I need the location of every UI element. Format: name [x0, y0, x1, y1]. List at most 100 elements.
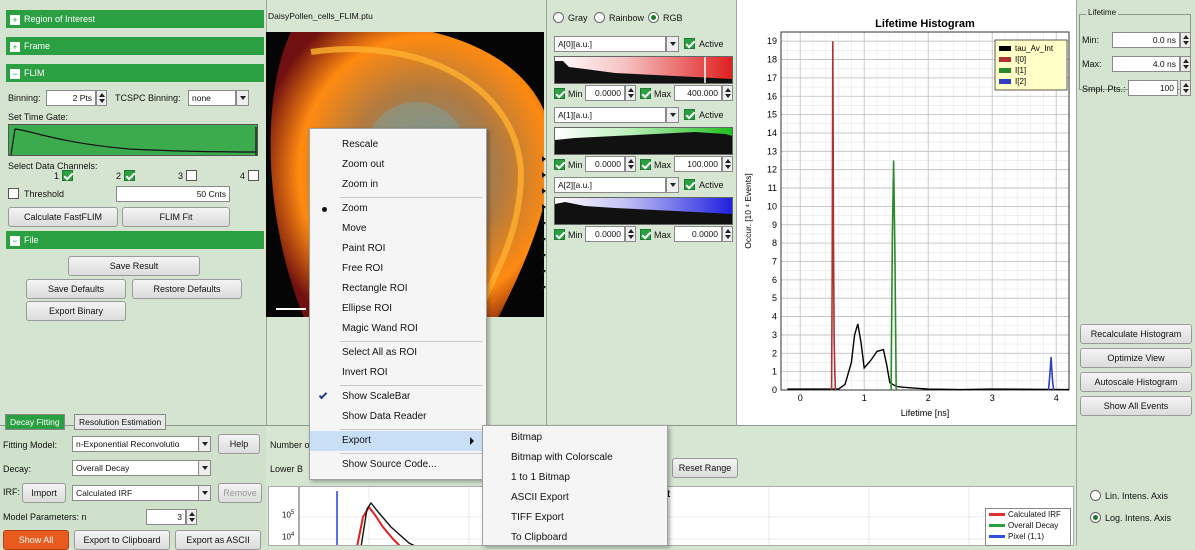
decay-fit-plot[interactable] [268, 486, 1074, 546]
export-ascii-button[interactable]: Export as ASCII [175, 530, 261, 550]
channel-1-min-input[interactable]: 0.0000 [585, 156, 625, 172]
submenu-item-1to1-bitmap[interactable]: 1 to 1 Bitmap [483, 468, 667, 488]
menu-item-invert-roi[interactable]: Invert ROI [310, 363, 486, 383]
menu-item-show-scalebar[interactable]: Show ScaleBar [310, 387, 486, 407]
lifetime-max-input[interactable]: 4.0 ns [1112, 56, 1180, 72]
threshold-input[interactable]: 50 Cnts [116, 186, 230, 202]
menu-item-rescale[interactable]: Rescale [310, 135, 486, 155]
channel-2-min-spinner[interactable] [625, 226, 636, 242]
menu-item-show-data-reader[interactable]: Show Data Reader [310, 407, 486, 427]
submenu-item-bitmap[interactable]: Bitmap [483, 428, 667, 448]
decay-dropdown-icon[interactable] [198, 460, 211, 476]
channel-3-checkbox[interactable] [186, 170, 197, 181]
lifetime-max-spinner[interactable] [1180, 56, 1191, 72]
channel-0-min-checkbox[interactable] [554, 88, 565, 99]
lifetime-histogram-chart[interactable]: Lifetime Histogram0 1 2 3 401234567891011121… [737, 0, 1075, 425]
import-button[interactable]: Import [22, 483, 66, 503]
channel-2-max-checkbox[interactable] [640, 229, 651, 240]
menu-item-show-source-code[interactable]: Show Source Code... [310, 455, 486, 475]
restore-defaults-button[interactable]: Restore Defaults [132, 279, 242, 299]
fitting-model-select[interactable]: n-Exponential Reconvolutio [72, 436, 200, 452]
rainbow-radio[interactable] [594, 12, 605, 23]
model-params-input[interactable]: 3 [146, 509, 186, 525]
splitter-handle[interactable] [542, 150, 546, 300]
gray-radio[interactable] [553, 12, 564, 23]
channel-0-max-input[interactable]: 400.000 [674, 85, 722, 101]
menu-item-rectangle-roi[interactable]: Rectangle ROI [310, 279, 486, 299]
submenu-item-to-clipboard[interactable]: To Clipboard [483, 528, 667, 548]
menu-item-export[interactable]: Export [310, 431, 486, 451]
binning-spinner[interactable] [96, 90, 107, 106]
show-all-button[interactable]: Show All [3, 530, 69, 550]
channel-0-active-checkbox[interactable] [684, 38, 695, 49]
flim-fit-button[interactable]: FLIM Fit [122, 207, 230, 227]
tab-resolution-estimation[interactable]: Resolution Estimation [74, 414, 167, 430]
channel-0-max-spinner[interactable] [722, 85, 733, 101]
channel-1-active-checkbox[interactable] [684, 109, 695, 120]
help-button[interactable]: Help [218, 434, 260, 454]
menu-item-paint-roi[interactable]: Paint ROI [310, 239, 486, 259]
calculate-fastflim-button[interactable]: Calculate FastFLIM [8, 207, 118, 227]
channel-4-checkbox[interactable] [248, 170, 259, 181]
menu-item-zoom[interactable]: Zoom [310, 199, 486, 219]
decay-select[interactable]: Overall Decay [72, 460, 200, 476]
menu-item-select-all-roi[interactable]: Select All as ROI [310, 343, 486, 363]
optimize-view-button[interactable]: Optimize View [1080, 348, 1192, 368]
reset-range-button[interactable]: Reset Range [672, 458, 738, 478]
channel-0-min-input[interactable]: 0.0000 [585, 85, 625, 101]
rgb-radio[interactable] [648, 12, 659, 23]
recalculate-histogram-button[interactable]: Recalculate Histogram [1080, 324, 1192, 344]
channel-1-min-spinner[interactable] [625, 156, 636, 172]
remove-button[interactable]: Remove [218, 483, 262, 503]
channel-1-dropdown-icon[interactable] [666, 107, 679, 123]
threshold-checkbox[interactable] [8, 188, 19, 199]
channel-1-select[interactable]: A[1][a.u.] [554, 107, 666, 123]
tcspc-select[interactable]: none [188, 90, 236, 106]
tcspc-dropdown-icon[interactable] [236, 90, 249, 106]
section-frame[interactable]: + Frame [6, 37, 264, 55]
section-flim[interactable]: − FLIM [6, 64, 264, 82]
channel-2-active-checkbox[interactable] [684, 179, 695, 190]
lin-axis-radio[interactable] [1090, 490, 1101, 501]
smpl-pts-spinner[interactable] [1180, 80, 1191, 96]
fitting-model-dropdown-icon[interactable] [198, 436, 211, 452]
channel-1-min-checkbox[interactable] [554, 159, 565, 170]
submenu-item-ascii-export[interactable]: ASCII Export [483, 488, 667, 508]
channel-0-dropdown-icon[interactable] [666, 36, 679, 52]
time-gate-plot[interactable] [8, 124, 258, 156]
menu-item-zoom-out[interactable]: Zoom out [310, 155, 486, 175]
channel-2-checkbox[interactable] [124, 170, 135, 181]
menu-item-ellipse-roi[interactable]: Ellipse ROI [310, 299, 486, 319]
channel-1-max-checkbox[interactable] [640, 159, 651, 170]
channel-2-select[interactable]: A[2][a.u.] [554, 177, 666, 193]
channel-0-colorbar[interactable] [554, 56, 733, 84]
show-all-events-button[interactable]: Show All Events [1080, 396, 1192, 416]
channel-0-min-spinner[interactable] [625, 85, 636, 101]
lifetime-min-input[interactable]: 0.0 ns [1112, 32, 1180, 48]
log-axis-radio[interactable] [1090, 512, 1101, 523]
binning-input[interactable]: 2 Pts [46, 90, 96, 106]
channel-1-checkbox[interactable] [62, 170, 73, 181]
channel-2-dropdown-icon[interactable] [666, 177, 679, 193]
submenu-item-tiff-export[interactable]: TIFF Export [483, 508, 667, 528]
save-result-button[interactable]: Save Result [68, 256, 200, 276]
autoscale-histogram-button[interactable]: Autoscale Histogram [1080, 372, 1192, 392]
model-params-spinner[interactable] [186, 509, 197, 525]
menu-item-move[interactable]: Move [310, 219, 486, 239]
lifetime-min-spinner[interactable] [1180, 32, 1191, 48]
section-roi[interactable]: + Region of Interest [6, 10, 264, 28]
channel-2-min-input[interactable]: 0.0000 [585, 226, 625, 242]
export-binary-button[interactable]: Export Binary [26, 301, 126, 321]
channel-1-colorbar[interactable] [554, 127, 733, 155]
channel-1-max-spinner[interactable] [722, 156, 733, 172]
menu-item-free-roi[interactable]: Free ROI [310, 259, 486, 279]
channel-1-max-input[interactable]: 100.000 [674, 156, 722, 172]
menu-item-zoom-in[interactable]: Zoom in [310, 175, 486, 195]
irf-select[interactable]: Calculated IRF [72, 485, 200, 501]
channel-2-min-checkbox[interactable] [554, 229, 565, 240]
tab-decay-fitting[interactable]: Decay Fitting [5, 414, 65, 430]
irf-dropdown-icon[interactable] [198, 485, 211, 501]
save-defaults-button[interactable]: Save Defaults [26, 279, 126, 299]
section-file[interactable]: − File [6, 231, 264, 249]
channel-2-max-spinner[interactable] [722, 226, 733, 242]
